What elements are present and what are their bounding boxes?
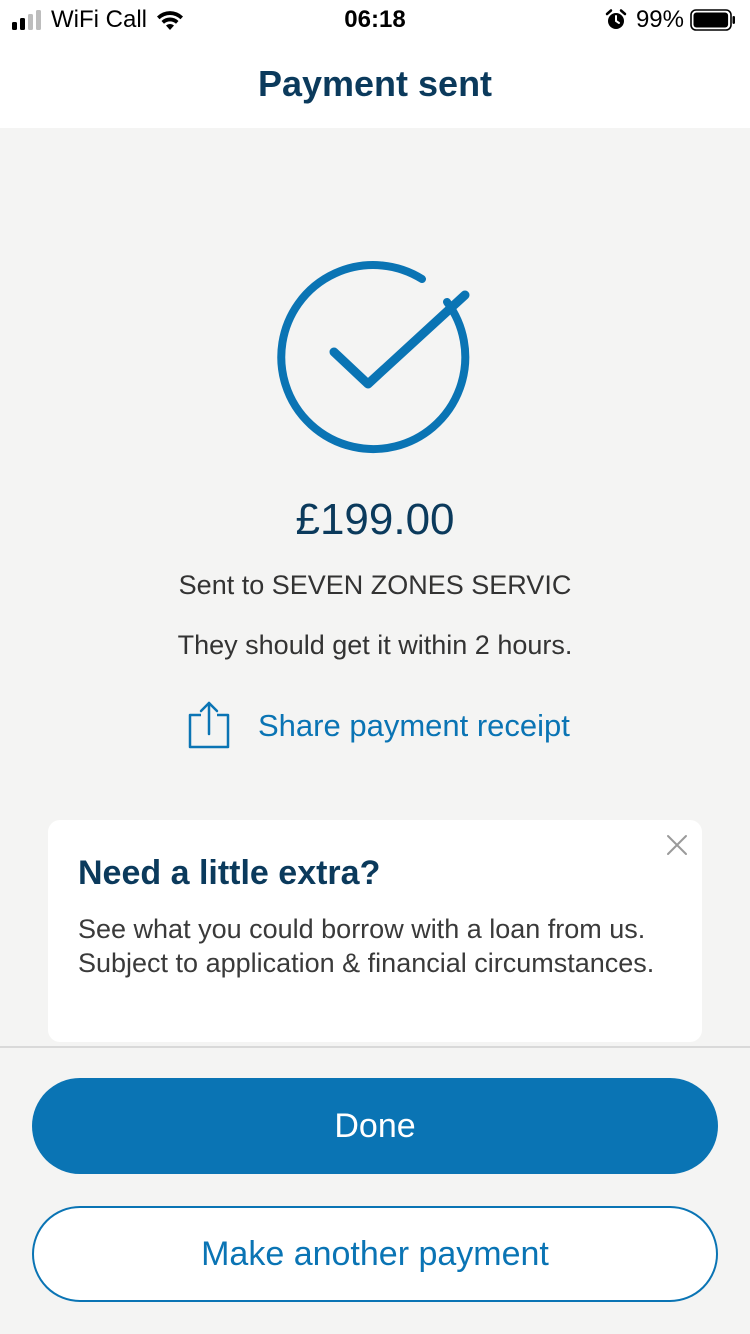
clock: 06:18 (344, 6, 406, 33)
done-button[interactable]: Done (32, 1078, 718, 1174)
payment-amount: £199.00 (295, 495, 455, 544)
status-right: 99% (604, 6, 736, 34)
payment-sent-screen: WiFi Call 06:18 99% Payment sent £199.00… (0, 0, 750, 1334)
check-circle-icon (277, 261, 470, 454)
share-icon (188, 701, 230, 749)
make-another-payment-button[interactable]: Make another payment (32, 1206, 718, 1302)
promo-title: Need a little extra? (78, 854, 381, 892)
signal-icon (12, 10, 41, 30)
wifi-icon (157, 11, 183, 30)
recipient-text: Sent to SEVEN ZONES SERVIC (178, 570, 572, 600)
status-left: WiFi Call (12, 6, 185, 34)
eta-text: They should get it within 2 hours. (177, 630, 573, 660)
carrier-label: WiFi Call (51, 6, 147, 33)
page-title: Payment sent (257, 63, 493, 104)
battery-icon (690, 9, 735, 31)
share-receipt-link[interactable]: Share payment receipt (186, 700, 570, 752)
share-receipt-label: Share payment receipt (258, 708, 570, 743)
close-icon[interactable] (666, 834, 688, 856)
promo-body: See what you could borrow with a loan fr… (78, 914, 655, 978)
status-bar: WiFi Call 06:18 99% (0, 0, 750, 42)
loan-promo-card[interactable]: Need a little extra? See what you could … (48, 820, 702, 1042)
battery-percent: 99% (635, 6, 684, 33)
alarm-icon (605, 9, 627, 29)
nav-header: Payment sent (0, 42, 750, 128)
